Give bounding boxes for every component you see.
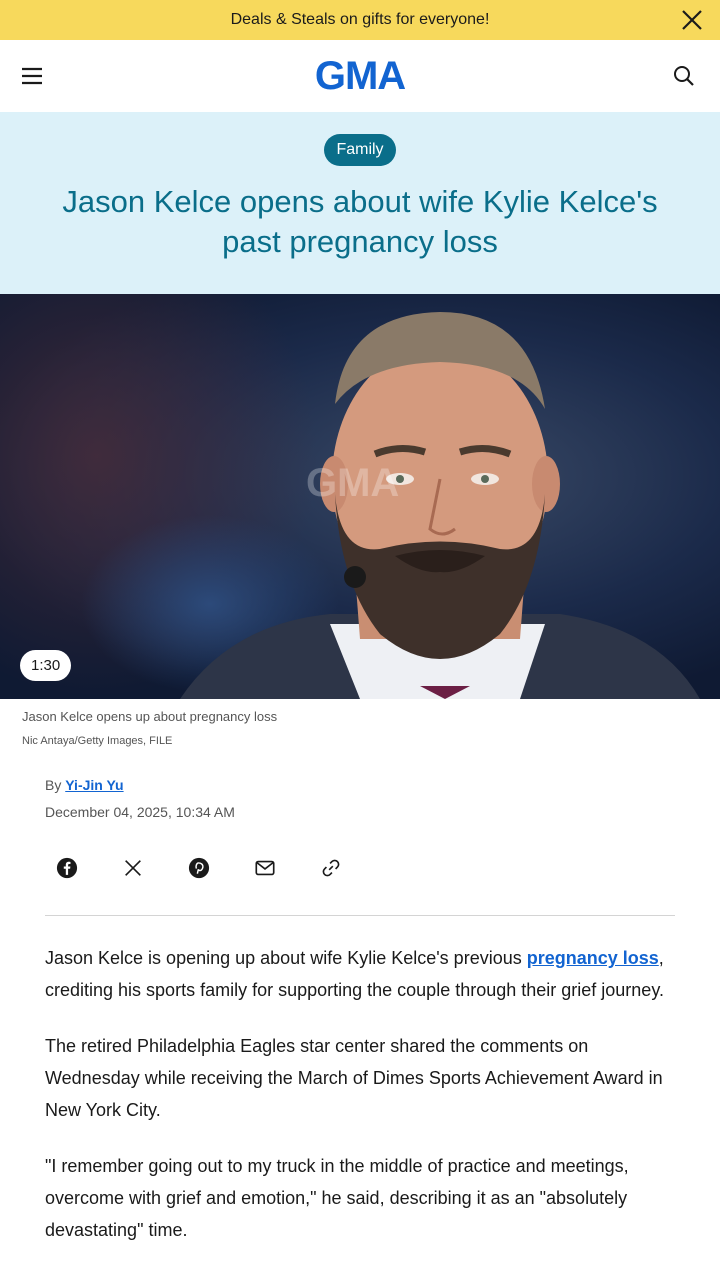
share-link-button[interactable] — [309, 846, 353, 890]
video-player[interactable]: GMA 1:30 — [0, 294, 720, 699]
image-caption: Jason Kelce opens up about pregnancy los… — [22, 709, 278, 724]
article-hero: Family Jason Kelce opens about wife Kyli… — [0, 112, 720, 294]
category-tag[interactable]: Family — [324, 134, 396, 166]
article-headline: Jason Kelce opens about wife Kylie Kelce… — [62, 184, 658, 259]
gma-logo[interactable]: GMA — [315, 56, 406, 96]
article-body: Jason Kelce is opening up about wife Kyl… — [45, 942, 675, 1270]
share-x-button[interactable] — [111, 846, 155, 890]
author-link[interactable]: Yi-Jin Yu — [65, 777, 123, 793]
divider — [45, 915, 675, 916]
x-icon — [125, 860, 141, 876]
search-icon[interactable] — [672, 64, 696, 88]
pregnancy-loss-link[interactable]: pregnancy loss — [527, 948, 659, 968]
share-email-button[interactable] — [243, 846, 287, 890]
byline-prefix: By — [45, 777, 62, 793]
share-facebook-button[interactable] — [45, 846, 89, 890]
promo-banner[interactable]: Deals & Steals on gifts for everyone! — [0, 0, 720, 40]
close-icon[interactable] — [680, 8, 704, 32]
promo-text[interactable]: Deals & Steals on gifts for everyone! — [231, 11, 490, 29]
link-icon — [322, 859, 340, 877]
hamburger-menu-icon[interactable] — [20, 64, 44, 88]
share-bar — [45, 846, 353, 890]
portrait-illustration: GMA — [180, 312, 700, 699]
paragraph: Jason Kelce is opening up about wife Kyl… — [45, 948, 664, 1000]
site-header: GMA — [0, 40, 720, 112]
email-icon — [255, 860, 275, 876]
paragraph: The retired Philadelphia Eagles star cen… — [45, 1036, 663, 1120]
watermark-logo: GMA — [306, 461, 399, 505]
paragraph: "I remember going out to my truck in the… — [45, 1156, 629, 1240]
byline: By Yi-Jin Yu — [45, 777, 124, 793]
image-credit: Nic Antaya/Getty Images, FILE — [22, 735, 173, 747]
facebook-icon — [56, 857, 78, 879]
video-duration-badge: 1:30 — [20, 650, 72, 681]
share-pinterest-button[interactable] — [177, 846, 221, 890]
pinterest-icon — [188, 857, 210, 879]
publish-date: December 04, 2025, 10:34 AM — [45, 804, 235, 820]
